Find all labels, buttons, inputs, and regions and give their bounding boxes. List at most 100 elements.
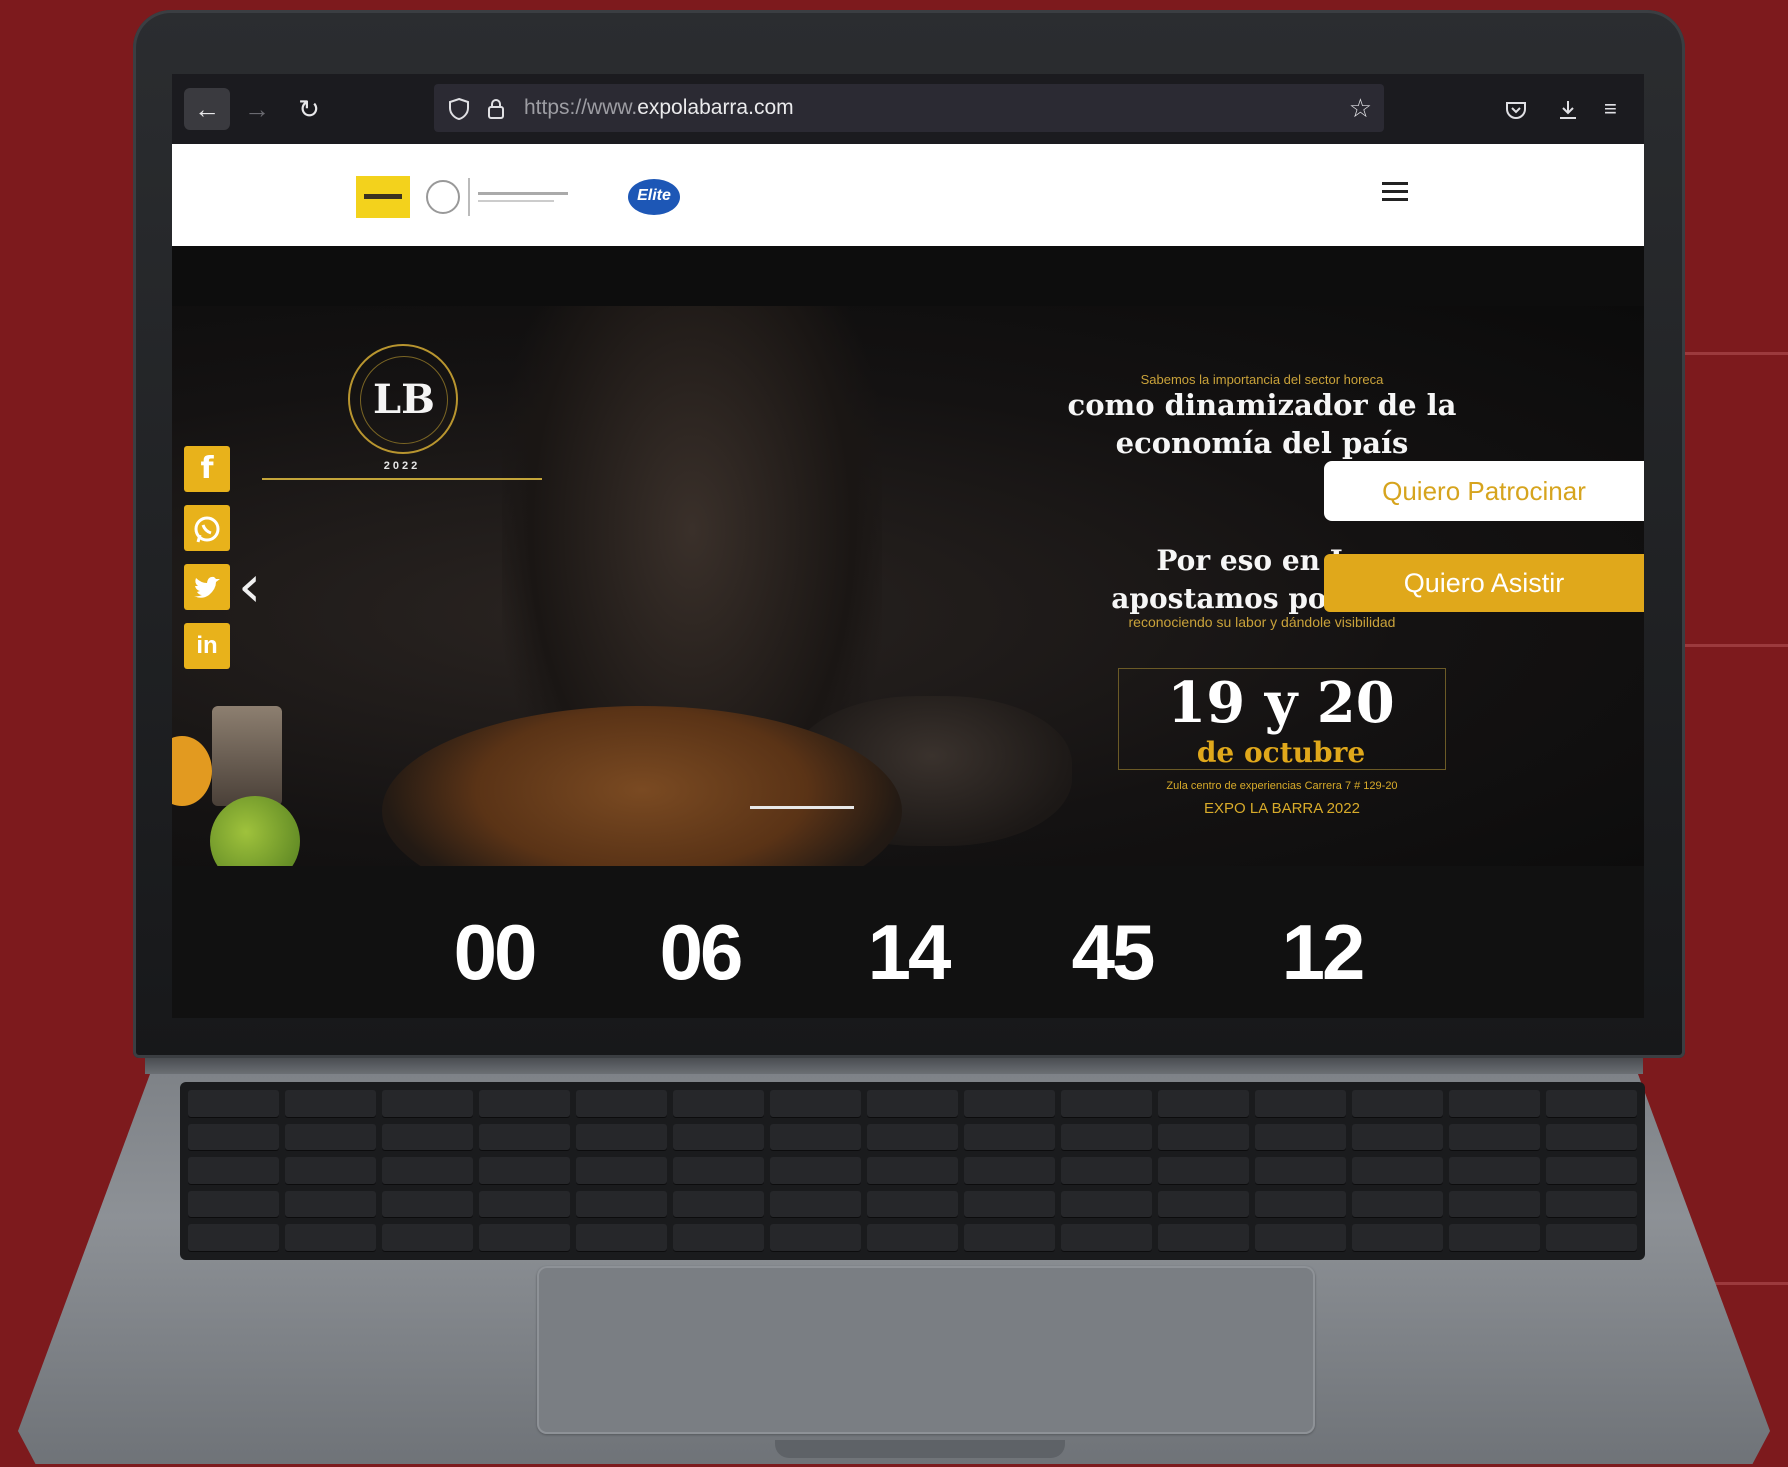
back-button[interactable]: ← <box>184 88 230 130</box>
arrow-left-icon: ← <box>194 94 220 124</box>
url-host: expolabarra.com <box>637 96 794 119</box>
keyboard-key <box>188 1123 279 1152</box>
keyboard-key <box>188 1090 279 1118</box>
countdown-value: 06 <box>659 908 744 996</box>
hero-title-line: como dinamizador de la <box>1067 388 1457 422</box>
keyboard-key <box>1158 1157 1249 1185</box>
keyboard-key <box>867 1190 958 1219</box>
menu-icon[interactable]: ≡ <box>1604 88 1617 130</box>
laptop-screen: ← → ↻ https://www.expolabarra.com ☆ ≡ El… <box>172 74 1644 1018</box>
laptop-trackpad <box>537 1266 1315 1434</box>
shield-icon[interactable] <box>448 84 470 132</box>
keyboard-key <box>1061 1157 1152 1185</box>
keyboard-key <box>1449 1224 1540 1252</box>
keyboard-key <box>1546 1123 1637 1152</box>
keyboard-key <box>1449 1157 1540 1185</box>
keyboard-key <box>576 1090 667 1118</box>
keyboard-key <box>382 1224 473 1252</box>
logo-divider <box>468 178 470 216</box>
background-line <box>1680 352 1788 355</box>
sponsor-button[interactable]: Quiero Patrocinar <box>1324 461 1644 521</box>
facebook-icon[interactable]: f <box>184 446 230 492</box>
logo-text-bar <box>478 200 554 202</box>
event-venue: Zula centro de experiencias Carrera 7 # … <box>1166 780 1398 792</box>
countdown-value: 45 <box>1071 908 1156 996</box>
browser-toolbar: ← → ↻ https://www.expolabarra.com ☆ ≡ <box>172 74 1644 144</box>
countdown-value: 14 <box>867 908 952 996</box>
countdown-value: 00 <box>453 908 538 996</box>
keyboard-key <box>673 1090 764 1118</box>
download-icon[interactable] <box>1556 88 1580 130</box>
keyboard-key <box>1546 1157 1637 1185</box>
keyboard-key <box>1449 1123 1540 1152</box>
la-barra-logo: LB <box>348 344 458 454</box>
lock-icon[interactable] <box>486 84 506 132</box>
keyboard-key <box>479 1090 570 1118</box>
url-prefix: https://www. <box>524 96 638 119</box>
keyboard-key <box>1546 1090 1637 1118</box>
keyboard-key <box>285 1190 376 1219</box>
keyboard-key <box>576 1157 667 1185</box>
keyboard-key <box>1158 1190 1249 1219</box>
event-month: de octubre <box>1196 736 1366 769</box>
background-line <box>1680 644 1788 647</box>
yellow-partner-logo[interactable] <box>356 176 410 218</box>
hero-subtitle-small: reconociendo su labor y dándole visibili… <box>1128 614 1396 630</box>
hero-title: como dinamizador de la economía del país <box>1032 386 1492 462</box>
keyboard-key <box>770 1190 861 1219</box>
forward-button[interactable]: → <box>234 88 280 130</box>
countdown: 00 06 14 45 12 <box>172 866 1644 1018</box>
reload-icon: ↻ <box>298 94 320 124</box>
keyboard-key <box>1255 1224 1346 1252</box>
twitter-icon[interactable] <box>184 564 230 610</box>
keyboard-key <box>673 1157 764 1185</box>
keyboard-key <box>1158 1123 1249 1152</box>
keyboard-key <box>1158 1090 1249 1118</box>
keyboard-key <box>1061 1090 1152 1118</box>
keyboard-key <box>285 1090 376 1118</box>
keyboard-key <box>576 1190 667 1219</box>
linkedin-icon[interactable]: in <box>184 623 230 669</box>
la-barra-divider <box>262 478 542 480</box>
keyboard-key <box>1352 1190 1443 1219</box>
laptop-keyboard <box>180 1082 1645 1260</box>
keyboard-key <box>964 1090 1055 1118</box>
keyboard-key <box>285 1224 376 1252</box>
keyboard-key <box>673 1123 764 1152</box>
slider-prev-button[interactable]: ‹ <box>238 556 261 616</box>
whatsapp-icon[interactable] <box>184 505 230 551</box>
keyboard-key <box>1255 1190 1346 1219</box>
slider-indicator[interactable] <box>750 806 854 809</box>
keyboard-key <box>479 1224 570 1252</box>
laptop-notch <box>775 1440 1065 1458</box>
keyboard-key <box>1352 1123 1443 1152</box>
keyboard-key <box>479 1157 570 1185</box>
address-bar[interactable]: https://www.expolabarra.com ☆ <box>434 84 1384 132</box>
keyboard-key <box>576 1224 667 1252</box>
logo-text-bar <box>478 192 568 195</box>
la-barra-year: 2022 <box>383 460 421 472</box>
hero-photo-orange <box>172 736 212 806</box>
la-barra-monogram: LB <box>360 356 448 444</box>
url-text[interactable]: https://www.expolabarra.com <box>524 84 794 132</box>
reload-button[interactable]: ↻ <box>286 88 332 130</box>
keyboard-key <box>285 1157 376 1185</box>
star-icon[interactable]: ☆ <box>1349 84 1372 132</box>
arrow-right-icon: → <box>244 94 270 124</box>
keyboard-key <box>382 1157 473 1185</box>
keyboard-key <box>673 1224 764 1252</box>
hamburger-icon[interactable] <box>1382 182 1408 206</box>
seal-logo <box>426 180 460 214</box>
keyboard-key <box>770 1157 861 1185</box>
keyboard-key <box>576 1123 667 1152</box>
countdown-value: 12 <box>1281 908 1366 996</box>
elite-logo[interactable]: Elite <box>628 179 680 215</box>
keyboard-key <box>1255 1090 1346 1118</box>
keyboard-key <box>1546 1224 1637 1252</box>
keyboard-key <box>673 1190 764 1219</box>
keyboard-key <box>770 1090 861 1118</box>
pocket-icon[interactable] <box>1504 88 1528 130</box>
attend-button[interactable]: Quiero Asistir <box>1324 554 1644 612</box>
keyboard-key <box>1546 1190 1637 1219</box>
keyboard-key <box>1061 1224 1152 1252</box>
